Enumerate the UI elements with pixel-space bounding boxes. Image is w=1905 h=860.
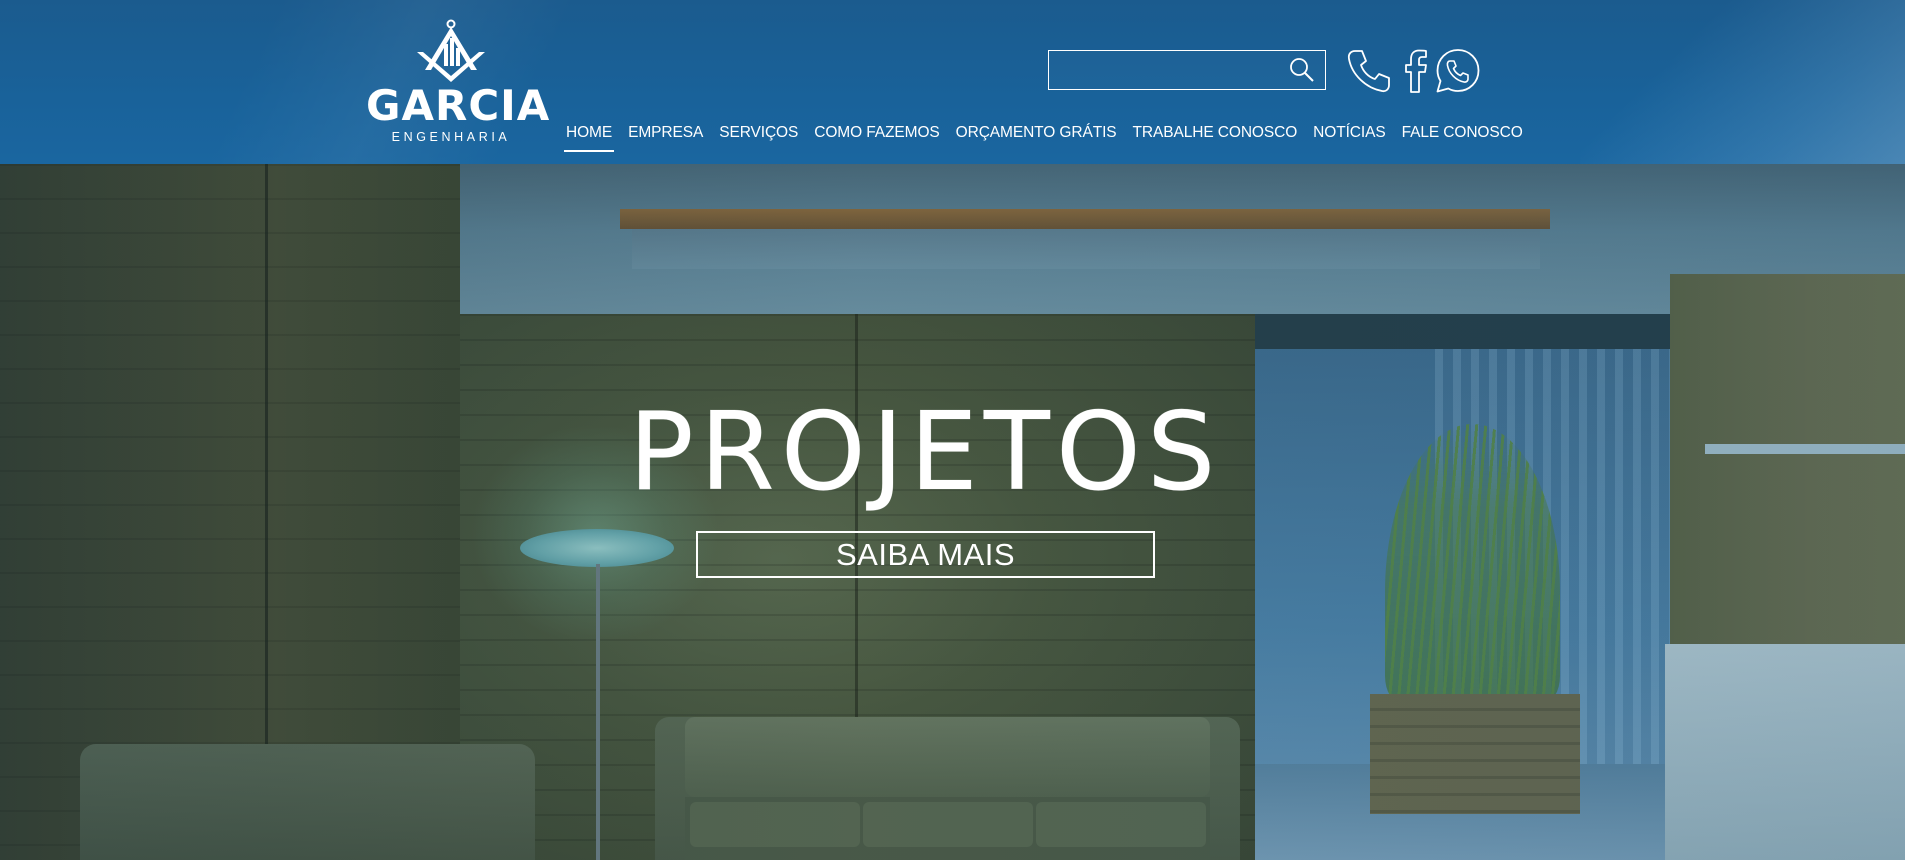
hero-title: PROJETOS <box>628 390 1222 515</box>
logo-tagline: ENGENHARIA <box>391 130 511 144</box>
site-logo[interactable]: GARCIA ENGENHARIA <box>366 18 551 146</box>
saiba-mais-button[interactable]: SAIBA MAIS <box>696 531 1155 578</box>
compass-square-emblem-icon <box>417 19 485 82</box>
search-box <box>1048 50 1326 90</box>
facebook-link[interactable] <box>1403 48 1429 96</box>
search-icon[interactable] <box>1289 57 1315 83</box>
facebook-icon <box>1405 49 1427 93</box>
search-input[interactable] <box>1055 55 1279 85</box>
header-light-beam <box>1580 0 1905 164</box>
nav-item-trabalhe-conosco[interactable]: TRABALHE CONOSCO <box>1131 123 1300 143</box>
logo-brand-name: GARCIA <box>366 81 551 130</box>
nav-item-como-fazemos[interactable]: COMO FAZEMOS <box>812 123 941 143</box>
hero-section: PROJETOS SAIBA MAIS <box>0 164 1905 860</box>
nav-item-home[interactable]: HOME <box>564 123 615 152</box>
nav-item-orcamento-gratis[interactable]: ORÇAMENTO GRÁTIS <box>954 123 1119 143</box>
nav-item-empresa[interactable]: EMPRESA <box>626 123 705 143</box>
main-nav: HOME EMPRESA SERVIÇOS COMO FAZEMOS ORÇAM… <box>564 123 1525 153</box>
nav-item-fale-conosco[interactable]: FALE CONOSCO <box>1400 123 1525 143</box>
phone-icon <box>1347 50 1390 93</box>
whatsapp-icon <box>1436 49 1480 93</box>
nav-item-noticias[interactable]: NOTÍCIAS <box>1311 123 1387 143</box>
whatsapp-link[interactable] <box>1435 48 1481 96</box>
phone-link[interactable] <box>1346 48 1392 96</box>
nav-item-servicos[interactable]: SERVIÇOS <box>717 123 800 143</box>
site-header: GARCIA ENGENHARIA HOME EMPRESA SERVIÇOS … <box>0 0 1905 164</box>
